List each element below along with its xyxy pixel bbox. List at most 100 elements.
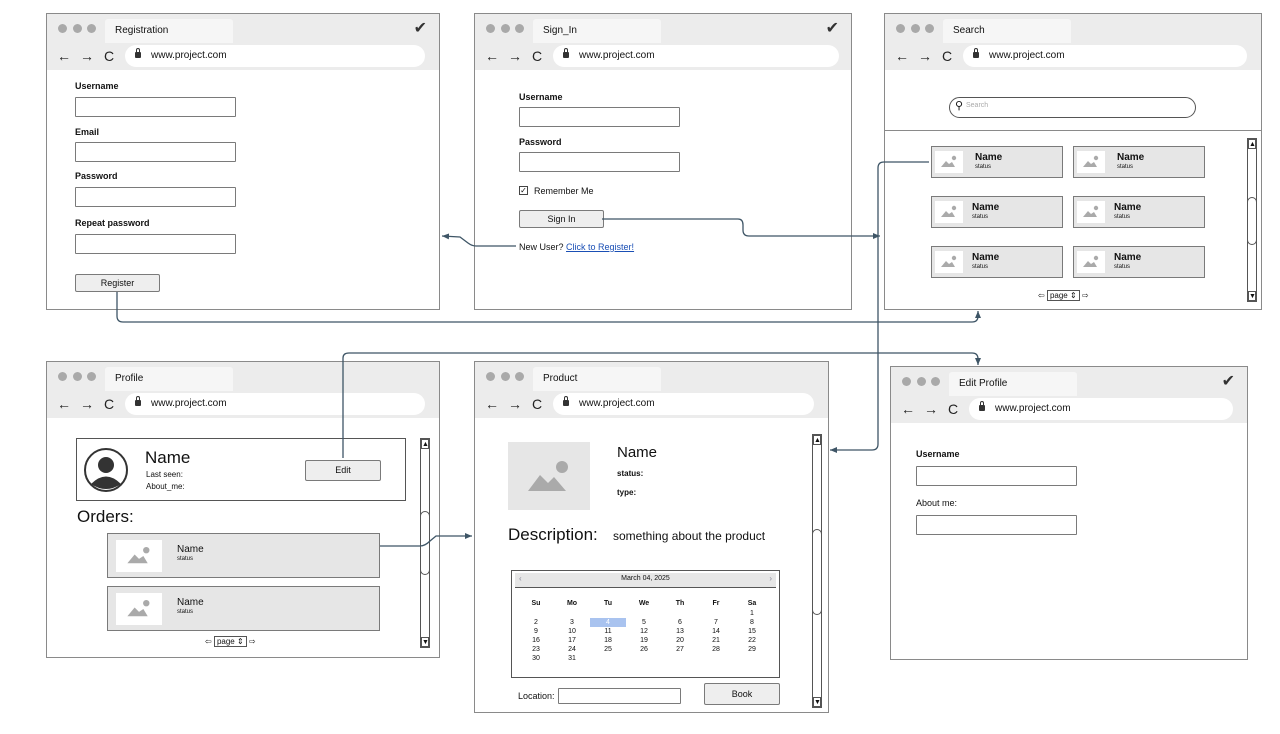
- calendar-day[interactable]: 15: [734, 627, 770, 636]
- scroll-thumb[interactable]: [420, 511, 430, 575]
- username-field[interactable]: [75, 97, 236, 117]
- forward-icon[interactable]: →: [508, 49, 522, 63]
- page-stepper[interactable]: page ⇕: [1046, 290, 1080, 301]
- calendar-day[interactable]: 1: [734, 609, 770, 618]
- edit-button[interactable]: Edit: [305, 460, 381, 481]
- calendar-day[interactable]: 9: [518, 627, 554, 636]
- address-bar[interactable]: www.project.com: [125, 45, 425, 67]
- forward-icon[interactable]: →: [918, 49, 932, 63]
- calendar[interactable]: ‹ March 04, 2025 › Su Mo Tu We Th Fr Sa …: [511, 570, 780, 678]
- calendar-day[interactable]: 20: [662, 636, 698, 645]
- scroll-up-icon[interactable]: ▲: [421, 439, 429, 449]
- back-icon[interactable]: ←: [485, 49, 499, 63]
- forward-icon[interactable]: →: [924, 402, 938, 416]
- password-field[interactable]: [519, 152, 680, 172]
- reload-icon[interactable]: C: [532, 397, 542, 411]
- signin-button[interactable]: Sign In: [519, 210, 604, 228]
- calendar-day[interactable]: 2: [518, 618, 554, 627]
- about-me-field[interactable]: [916, 515, 1077, 535]
- calendar-day[interactable]: 10: [554, 627, 590, 636]
- calendar-day[interactable]: 4: [590, 618, 626, 627]
- calendar-day[interactable]: 18: [590, 636, 626, 645]
- forward-icon[interactable]: →: [80, 49, 94, 63]
- scrollbar[interactable]: ▲ ▼: [812, 434, 822, 708]
- calendar-day[interactable]: 21: [698, 636, 734, 645]
- calendar-day[interactable]: 22: [734, 636, 770, 645]
- scroll-down-icon[interactable]: ▼: [421, 637, 429, 647]
- calendar-day[interactable]: 25: [590, 645, 626, 654]
- scrollbar[interactable]: ▲ ▼: [1247, 138, 1257, 302]
- email-field[interactable]: [75, 142, 236, 162]
- tab-registration[interactable]: Registration: [105, 19, 233, 43]
- tab-edit-profile[interactable]: Edit Profile: [949, 372, 1077, 396]
- password-field[interactable]: [75, 187, 236, 207]
- calendar-day[interactable]: 7: [698, 618, 734, 627]
- result-card[interactable]: Name status: [1073, 196, 1205, 228]
- result-card[interactable]: Name status: [1073, 146, 1205, 178]
- calendar-day[interactable]: 12: [626, 627, 662, 636]
- next-month-icon[interactable]: ›: [769, 574, 772, 583]
- back-icon[interactable]: ←: [901, 402, 915, 416]
- reload-icon[interactable]: C: [942, 49, 952, 63]
- calendar-day[interactable]: 14: [698, 627, 734, 636]
- prev-page-icon[interactable]: ⇦: [1038, 291, 1045, 300]
- calendar-day[interactable]: 17: [554, 636, 590, 645]
- address-bar[interactable]: www.project.com: [963, 45, 1247, 67]
- result-card[interactable]: Name status: [931, 246, 1063, 278]
- username-field[interactable]: [519, 107, 680, 127]
- register-button[interactable]: Register: [75, 274, 160, 292]
- next-page-icon[interactable]: ⇨: [1082, 291, 1089, 300]
- back-icon[interactable]: ←: [57, 397, 71, 411]
- address-bar[interactable]: www.project.com: [969, 398, 1233, 420]
- scroll-up-icon[interactable]: ▲: [813, 435, 821, 445]
- page-stepper[interactable]: page ⇕: [213, 636, 247, 647]
- calendar-day[interactable]: 31: [554, 654, 590, 663]
- prev-page-icon[interactable]: ⇦: [205, 637, 212, 646]
- calendar-day[interactable]: 30: [518, 654, 554, 663]
- back-icon[interactable]: ←: [57, 49, 71, 63]
- search-input[interactable]: ⚲ Search: [949, 97, 1196, 118]
- address-bar[interactable]: www.project.com: [553, 393, 814, 415]
- tab-profile[interactable]: Profile: [105, 367, 233, 391]
- reload-icon[interactable]: C: [104, 49, 114, 63]
- tab-search[interactable]: Search: [943, 19, 1071, 43]
- calendar-day[interactable]: 26: [626, 645, 662, 654]
- calendar-day[interactable]: 8: [734, 618, 770, 627]
- back-icon[interactable]: ←: [895, 49, 909, 63]
- calendar-day[interactable]: 29: [734, 645, 770, 654]
- calendar-day[interactable]: 6: [662, 618, 698, 627]
- book-button[interactable]: Book: [704, 683, 780, 705]
- calendar-day[interactable]: 16: [518, 636, 554, 645]
- repeat-password-field[interactable]: [75, 234, 236, 254]
- reload-icon[interactable]: C: [948, 402, 958, 416]
- calendar-day[interactable]: 5: [626, 618, 662, 627]
- username-field[interactable]: [916, 466, 1077, 486]
- scroll-thumb[interactable]: [812, 529, 822, 615]
- remember-checkbox[interactable]: ✓: [519, 186, 528, 195]
- forward-icon[interactable]: →: [80, 397, 94, 411]
- scroll-down-icon[interactable]: ▼: [813, 697, 821, 707]
- scroll-down-icon[interactable]: ▼: [1248, 291, 1256, 301]
- calendar-day[interactable]: 3: [554, 618, 590, 627]
- calendar-day[interactable]: 27: [662, 645, 698, 654]
- scrollbar[interactable]: ▲ ▼: [420, 438, 430, 648]
- calendar-day[interactable]: 11: [590, 627, 626, 636]
- scroll-up-icon[interactable]: ▲: [1248, 139, 1256, 149]
- scroll-thumb[interactable]: [1247, 197, 1257, 245]
- order-card[interactable]: Name status: [107, 533, 380, 578]
- calendar-day[interactable]: 23: [518, 645, 554, 654]
- back-icon[interactable]: ←: [485, 397, 499, 411]
- result-card[interactable]: Name status: [931, 196, 1063, 228]
- calendar-day[interactable]: 13: [662, 627, 698, 636]
- result-card[interactable]: Name status: [931, 146, 1063, 178]
- calendar-day[interactable]: 19: [626, 636, 662, 645]
- address-bar[interactable]: www.project.com: [125, 393, 425, 415]
- forward-icon[interactable]: →: [508, 397, 522, 411]
- tab-product[interactable]: Product: [533, 367, 661, 391]
- reload-icon[interactable]: C: [532, 49, 542, 63]
- reload-icon[interactable]: C: [104, 397, 114, 411]
- next-page-icon[interactable]: ⇨: [249, 637, 256, 646]
- location-field[interactable]: [558, 688, 681, 704]
- tab-signin[interactable]: Sign_In: [533, 19, 661, 43]
- register-link[interactable]: Click to Register!: [566, 242, 634, 252]
